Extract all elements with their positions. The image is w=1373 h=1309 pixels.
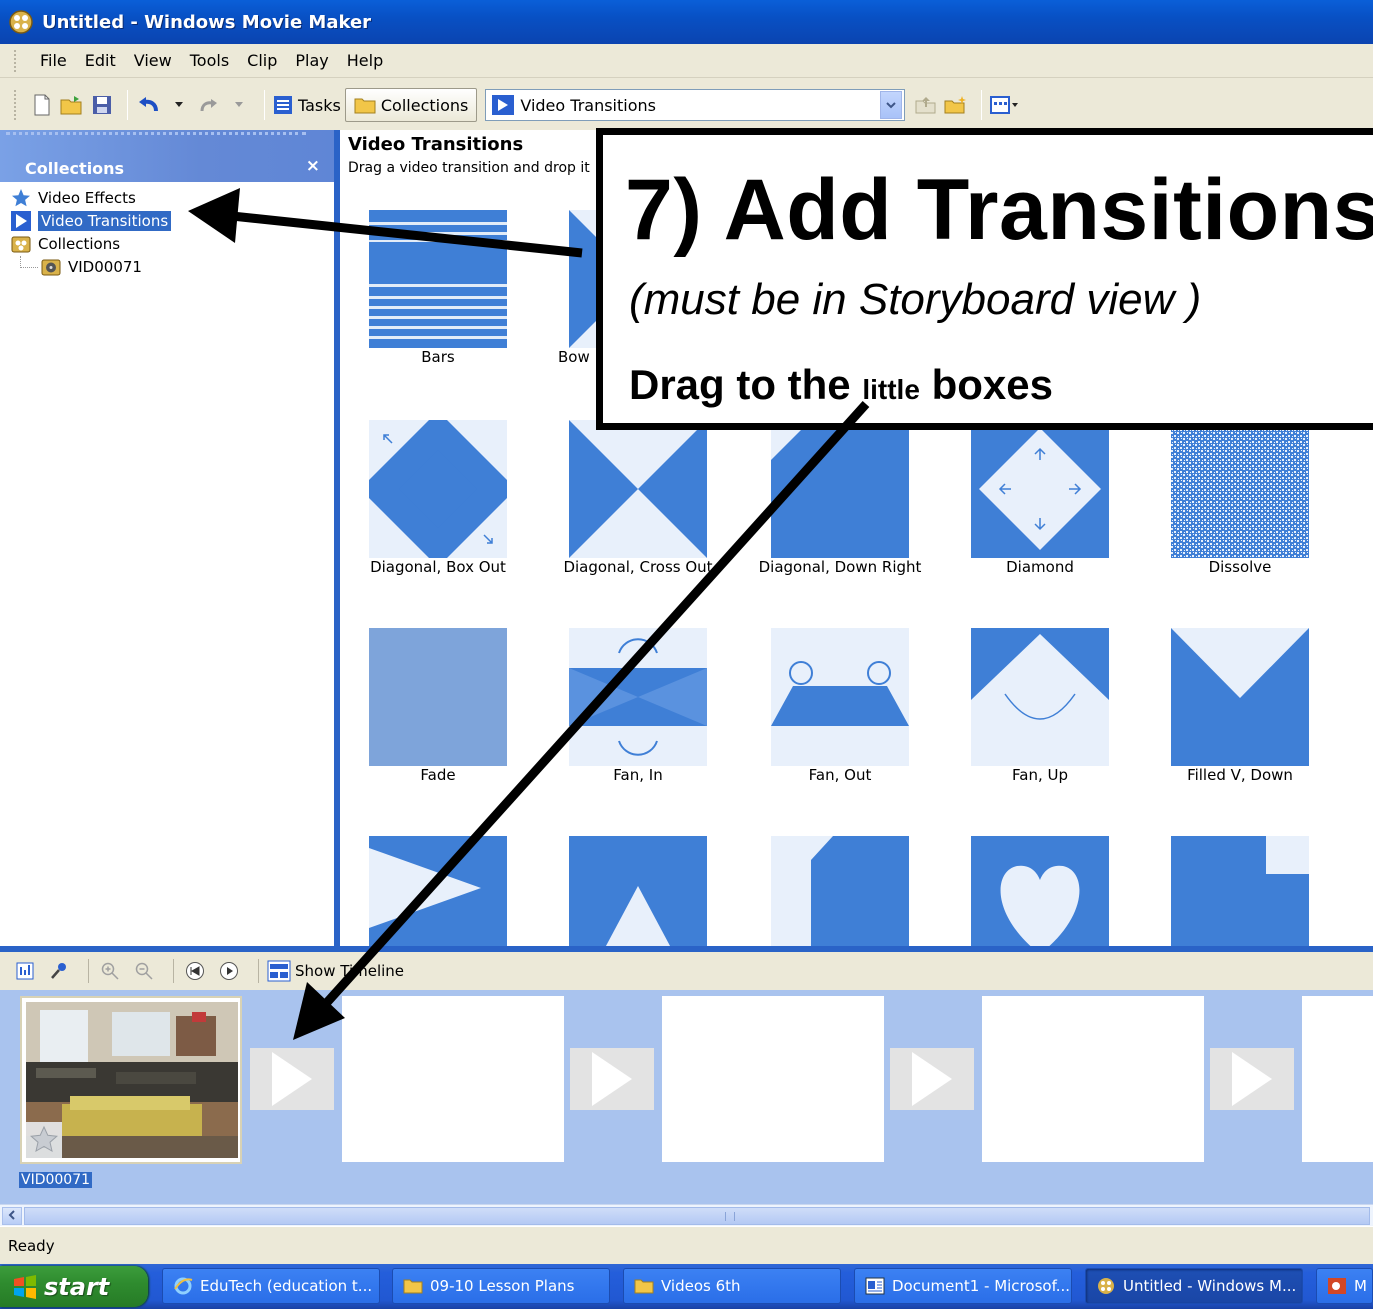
annotation-arrows — [188, 188, 870, 1040]
screen: Untitled - Windows Movie Maker File Edit… — [0, 0, 1373, 1309]
arrow-to-transitions-line — [231, 211, 583, 258]
arrow-to-boxes-line — [318, 400, 870, 1012]
arrow-to-transitions-head — [188, 188, 240, 243]
